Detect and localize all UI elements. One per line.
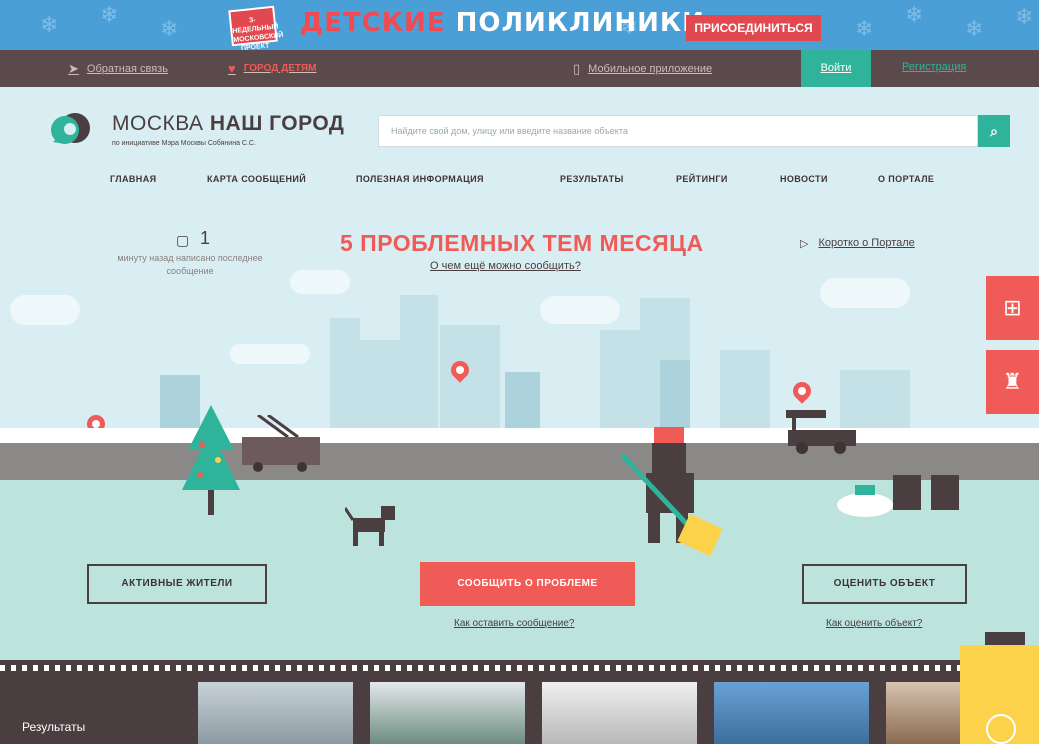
search-icon: ⌕ xyxy=(990,123,998,139)
snowflake-icon: ❄ xyxy=(160,16,179,41)
nav-item-results[interactable]: РЕЗУЛЬТАТЫ xyxy=(560,174,624,184)
search-button[interactable]: ⌕ xyxy=(978,115,1010,147)
about-portal-label: Коротко о Портале xyxy=(818,237,915,249)
cloud xyxy=(230,344,310,364)
nav-item-ratings[interactable]: РЕЙТИНГИ xyxy=(676,174,728,184)
feedback-link[interactable]: ➤ Обратная связь xyxy=(68,61,168,77)
headline[interactable]: 5 ПРОБЛЕМНЫХ ТЕМ МЕСЯЦА xyxy=(340,230,704,257)
results-label[interactable]: Результаты xyxy=(22,720,85,734)
clinic-icon: ⊞ xyxy=(1003,295,1022,320)
building xyxy=(600,330,640,440)
snowflake-icon: ❄ xyxy=(855,16,874,41)
active-residents-button[interactable]: АКТИВНЫЕ ЖИТЕЛИ xyxy=(87,564,267,604)
nav-item-info[interactable]: ПОЛЕЗНАЯ ИНФОРМАЦИЯ xyxy=(356,174,484,184)
result-photo[interactable] xyxy=(886,682,966,744)
balloon-icon: ♥ xyxy=(228,61,236,76)
login-button[interactable]: Войти xyxy=(801,50,871,87)
castle-icon: ♜ xyxy=(1002,369,1023,394)
snow-bank xyxy=(0,428,1039,444)
what-else-link[interactable]: О чем ещё можно сообщить? xyxy=(430,260,581,272)
snowflake-icon: ❄ xyxy=(965,16,984,41)
nav-item-map[interactable]: КАРТА СООБЩЕНИЙ xyxy=(207,174,306,184)
building xyxy=(330,318,360,438)
phone-icon: ▯ xyxy=(573,61,581,76)
hero-scene: ▢ 1 минуту назад написано последнее сооб… xyxy=(0,200,1039,660)
results-strip: Результаты xyxy=(0,660,1039,744)
promo-badge: 3-НЕДЕЛЬНЫЙ МОСКОВСКИЙ ПРОЕКТ xyxy=(228,5,284,50)
how-to-report-link[interactable]: Как оставить сообщение? xyxy=(454,618,574,629)
cloud xyxy=(820,278,910,308)
rate-object-button[interactable]: ОЦЕНИТЬ ОБЪЕКТ xyxy=(802,564,967,604)
trolleybus-icon xyxy=(242,415,320,472)
mobile-app-label: Мобильное приложение xyxy=(588,63,713,75)
nav-item-news[interactable]: НОВОСТИ xyxy=(780,174,828,184)
promo-banner[interactable]: ❄ ❄ ❄ ❄ ❄ ❄ ❄ ❄ 3-НЕДЕЛЬНЫЙ МОСКОВСКИЙ П… xyxy=(0,0,1039,50)
menu-grid-icon[interactable] xyxy=(986,714,1016,744)
cloud xyxy=(540,296,620,324)
fab-handle xyxy=(985,632,1025,646)
report-problem-button[interactable]: СООБЩИТЬ О ПРОБЛЕМЕ xyxy=(420,562,635,606)
map-pin-icon[interactable] xyxy=(789,378,815,404)
snowflake-icon: ❄ xyxy=(100,2,119,27)
cloud xyxy=(290,270,350,294)
snowflake-icon: ❄ xyxy=(905,2,924,27)
cloud xyxy=(10,295,80,325)
building xyxy=(440,325,500,440)
logo-title-bold: НАШ ГОРОД xyxy=(209,112,345,135)
film-perforation xyxy=(0,665,1039,671)
register-link[interactable]: Регистрация xyxy=(902,61,966,73)
snowflake-icon: ❄ xyxy=(1015,4,1034,29)
building xyxy=(400,295,438,440)
kids-city-link[interactable]: ♥ ГОРОД ДЕТЯМ xyxy=(228,61,316,76)
play-icon: ▷ xyxy=(800,238,809,250)
nav-item-about[interactable]: О ПОРТАЛЕ xyxy=(878,174,934,184)
join-button[interactable]: ПРИСОЕДИНИТЬСЯ xyxy=(686,15,821,41)
result-photo[interactable] xyxy=(198,682,353,744)
promo-title: ДЕТСКИЕ ПОЛИКЛИНИКИ xyxy=(300,8,705,38)
message-icon: ▢ xyxy=(176,232,190,248)
message-count: 1 xyxy=(200,228,211,248)
top-bar: ➤ Обратная связь ♥ ГОРОД ДЕТЯМ ▯ Мобильн… xyxy=(0,50,1039,87)
logo-subtitle: по инициативе Мэра Москвы Собянина С.С. xyxy=(112,140,256,147)
about-portal-link[interactable]: ▷ Коротко о Портале xyxy=(800,237,915,250)
car-icon xyxy=(786,410,856,454)
site-header: МОСКВА НАШ ГОРОД по инициативе Мэра Моск… xyxy=(0,87,1039,200)
snow-cleaner-icon xyxy=(620,427,722,557)
logo-icon[interactable] xyxy=(49,112,93,148)
logo-title[interactable]: МОСКВА НАШ ГОРОД xyxy=(112,112,344,136)
trash-bins-icon xyxy=(837,475,959,517)
kids-side-button[interactable]: ♜ xyxy=(986,350,1039,414)
mobile-app-link[interactable]: ▯ Мобильное приложение xyxy=(573,61,712,77)
dog-icon xyxy=(345,506,395,546)
main-nav: ГЛАВНАЯ КАРТА СООБЩЕНИЙ ПОЛЕЗНАЯ ИНФОРМА… xyxy=(0,174,1039,194)
how-to-rate-link[interactable]: Как оценить объект? xyxy=(826,618,922,629)
last-message-time: минуту назад написано последнее сообщени… xyxy=(117,253,263,276)
feedback-label: Обратная связь xyxy=(86,63,168,75)
search-input[interactable]: Найдите свой дом, улицу или введите назв… xyxy=(378,115,978,147)
result-photo[interactable] xyxy=(370,682,525,744)
christmas-tree-icon xyxy=(182,405,240,515)
promo-title-part2: ПОЛИКЛИНИКИ xyxy=(455,8,705,38)
building xyxy=(720,350,770,440)
paper-plane-icon: ➤ xyxy=(68,61,79,76)
kids-city-label: ГОРОД ДЕТЯМ xyxy=(243,63,317,74)
building xyxy=(360,340,400,440)
promo-title-part1: ДЕТСКИЕ xyxy=(300,8,446,38)
snowflake-icon: ❄ xyxy=(40,12,59,37)
result-photo[interactable] xyxy=(714,682,869,744)
logo-title-light: МОСКВА xyxy=(112,112,210,135)
nav-item-home[interactable]: ГЛАВНАЯ xyxy=(110,174,156,184)
clinic-side-button[interactable]: ⊞ xyxy=(986,276,1039,340)
result-photo[interactable] xyxy=(542,682,697,744)
